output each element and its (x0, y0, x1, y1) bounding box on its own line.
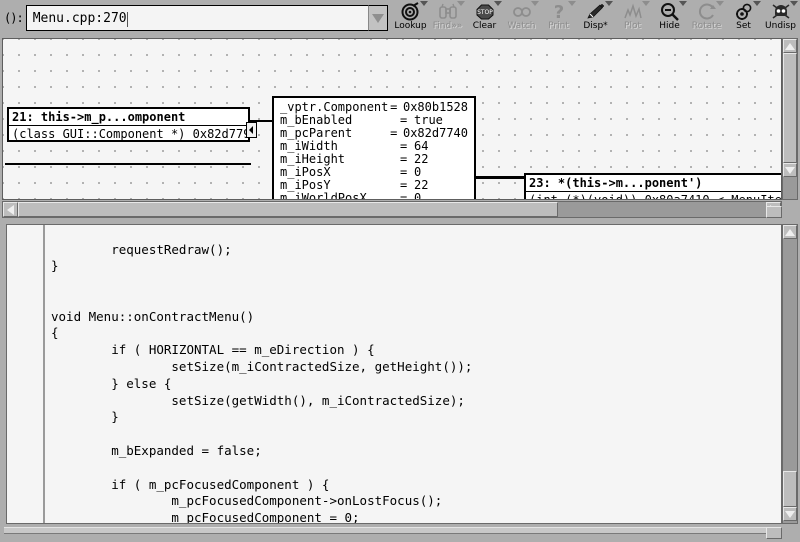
scroll-up-arrow[interactable] (783, 225, 797, 239)
menu-triangle-icon[interactable] (457, 1, 465, 6)
menu-triangle-icon[interactable] (568, 1, 576, 6)
argument-field-group: (): Menu.cpp:270 (2, 3, 388, 33)
display-box-title: 23: *(this->m...ponent') (526, 175, 781, 192)
struct-members-box[interactable]: _vptr.Component = 0x80b1528 m_bEnabled = true… (272, 96, 476, 200)
scroll-down-arrow[interactable] (783, 163, 797, 177)
struct-rows: _vptr.Component = 0x80b1528 m_bEnabled = true… (280, 101, 468, 200)
menu-triangle-icon[interactable] (642, 1, 650, 6)
toolbar-button-undisplay[interactable]: Undisp (762, 0, 799, 36)
scroll-down-arrow[interactable] (783, 507, 797, 521)
argument-input[interactable]: Menu.cpp:270 (25, 5, 368, 31)
svg-text:?: ? (553, 2, 563, 21)
menu-triangle-icon[interactable] (679, 1, 687, 6)
svg-text:STOP: STOP (477, 9, 493, 16)
display-box-value: (int (*)(void)) 0x80a7410 <~MenuItem> (529, 193, 782, 200)
toolbar-button-watch[interactable]: Watch (503, 0, 540, 36)
display-box-title: 21: this->m_p...omponent (9, 109, 248, 126)
toolbar-button-label: Watch (507, 21, 536, 31)
toolbar-button-clear[interactable]: STOP Clear (466, 0, 503, 36)
data-panel-horizontal-scrollbar[interactable] (2, 201, 782, 218)
argument-field-prefix-label: (): (4, 11, 24, 25)
chevron-up-icon (785, 42, 795, 50)
toolbar-button-label: Set (736, 21, 751, 31)
scroll-thumb[interactable] (783, 471, 797, 507)
chevron-left-icon (7, 204, 14, 215)
display-box-3[interactable]: 23: *(this->m...ponent') (int (*)(void))… (524, 173, 782, 200)
menu-triangle-icon[interactable] (790, 1, 798, 6)
source-code-panel[interactable]: STOP requestRedraw(); } void Menu::onCon… (6, 224, 782, 524)
toolbar-button-label: Clear (472, 21, 497, 31)
toolbar-button-label: Undisp (765, 21, 796, 31)
chevron-up-icon (785, 228, 795, 236)
toolbar-button-label: Hide (659, 21, 680, 31)
source-panel-vertical-scrollbar[interactable] (782, 224, 798, 524)
scroll-thumb[interactable] (18, 202, 558, 217)
toolbar-button-label: Plot (624, 21, 641, 31)
data-panel-vertical-scrollbar[interactable] (782, 38, 798, 200)
scroll-up-arrow[interactable] (783, 39, 797, 53)
source-code-text: requestRedraw(); } void Menu::onContract… (51, 241, 473, 524)
toolbar-buttons: Lookup Find»» STOP Clear Watch ? Print D… (392, 0, 799, 37)
window-resize-grip[interactable] (766, 527, 782, 539)
connector-line-3 (469, 176, 525, 179)
menu-triangle-icon[interactable] (716, 1, 724, 6)
bottom-bar (0, 525, 800, 542)
menu-triangle-icon[interactable] (494, 1, 502, 6)
struct-member-value: 0 (414, 191, 422, 200)
menu-triangle-icon[interactable] (420, 1, 428, 6)
display-box-value: (class GUI::Component *) 0x82d7790 (12, 127, 248, 141)
toolbar-button-lookup[interactable]: Lookup (392, 0, 429, 36)
display-box-1[interactable]: 21: this->m_p...omponent (class GUI::Com… (7, 107, 257, 142)
toolbar-button-display[interactable]: Disp* (577, 0, 614, 36)
struct-member-value: 0x82d7740 (402, 126, 468, 140)
toolbar-button-label: Find»» (432, 21, 463, 31)
chevron-down-icon (785, 166, 795, 174)
scroll-thumb[interactable] (783, 53, 797, 163)
toolbar-button-plot[interactable]: Plot (614, 0, 651, 36)
toolbar: (): Menu.cpp:270 Lookup Find»» STOP Clea… (0, 0, 800, 37)
toolbar-button-set[interactable]: Set (725, 0, 762, 36)
toolbar-button-print[interactable]: ? Print (540, 0, 577, 36)
connector-line-4 (5, 163, 251, 165)
text-caret (126, 11, 128, 27)
scroll-left-arrow[interactable] (3, 202, 18, 217)
toolbar-button-hide[interactable]: Hide (651, 0, 688, 36)
argument-dropdown-button[interactable] (368, 5, 388, 31)
toolbar-button-find[interactable]: Find»» (429, 0, 466, 36)
ddd-debugger-window: (): Menu.cpp:270 Lookup Find»» STOP Clea… (0, 0, 800, 542)
menu-triangle-icon[interactable] (531, 1, 539, 6)
toolbar-button-label: Print (548, 21, 569, 31)
menu-triangle-icon[interactable] (753, 1, 761, 6)
bottom-divider (4, 527, 778, 534)
toolbar-button-rotate[interactable]: Rotate (688, 0, 725, 36)
struct-equals-sign: = (400, 191, 408, 200)
toolbar-button-label: Disp* (583, 21, 608, 31)
argument-input-value: Menu.cpp:270 (32, 10, 127, 26)
menu-triangle-icon[interactable] (605, 1, 613, 6)
expand-arrow-icon[interactable] (246, 122, 257, 138)
source-gutter[interactable] (7, 225, 45, 523)
toolbar-button-label: Rotate (691, 21, 722, 31)
toolbar-button-label: Lookup (394, 21, 427, 31)
struct-member-name: m_iWorldPosX (280, 191, 367, 200)
data-display-panel[interactable]: 21: this->m_p...omponent (class GUI::Com… (2, 38, 782, 200)
chevron-down-icon (372, 13, 384, 23)
chevron-down-icon (785, 510, 795, 518)
struct-row[interactable]: m_iWorldPosX = 0 (280, 192, 468, 200)
panel-resize-grip[interactable] (766, 206, 782, 218)
